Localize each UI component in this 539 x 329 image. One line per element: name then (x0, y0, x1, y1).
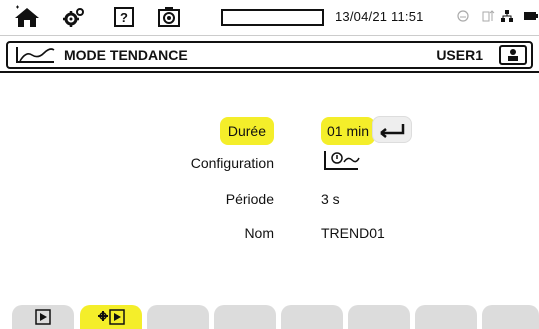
configuration-label: Configuration (190, 155, 274, 171)
trend-settings-panel: Durée 01 min Configuration Période 3 s N… (0, 71, 539, 305)
play-icon (35, 309, 51, 325)
battery-icon (523, 9, 539, 26)
trend-configuration-icon[interactable] (322, 149, 362, 178)
usb-icon (481, 9, 497, 26)
trend-mode-icon (14, 45, 58, 70)
tab-trend-config[interactable] (80, 305, 142, 329)
tab-6[interactable] (348, 305, 410, 329)
period-value[interactable]: 3 s (321, 191, 340, 207)
page-title: MODE TENDANCE (64, 47, 188, 63)
enter-button[interactable] (372, 116, 412, 143)
user-icon (508, 49, 518, 61)
camera-icon[interactable] (155, 4, 183, 30)
name-value[interactable]: TREND01 (321, 225, 385, 241)
network-icon (500, 9, 514, 26)
mode-header: MODE TENDANCE USER1 (6, 41, 533, 69)
duration-field[interactable]: 01 min (321, 117, 376, 145)
datetime: 13/04/21 11:51 (335, 9, 424, 24)
tab-7[interactable] (415, 305, 477, 329)
status-bar: ? 13/04/21 11:51 (0, 0, 539, 36)
settings-icon[interactable] (60, 4, 88, 30)
period-label: Période (225, 191, 274, 207)
status-indicator-icon (456, 9, 470, 26)
duration-label: Durée (219, 117, 274, 145)
user-name: USER1 (436, 47, 483, 63)
tab-5[interactable] (281, 305, 343, 329)
name-label: Nom (244, 225, 274, 241)
home-icon[interactable] (9, 4, 45, 30)
tab-4[interactable] (214, 305, 276, 329)
progress-bar (221, 9, 324, 26)
enter-icon (380, 123, 405, 138)
tab-3[interactable] (147, 305, 209, 329)
trend-config-play-icon (98, 309, 125, 325)
bottom-tab-bar (0, 303, 539, 329)
svg-text:?: ? (120, 10, 128, 25)
user-button[interactable] (499, 45, 527, 65)
tab-play[interactable] (12, 305, 74, 329)
help-icon[interactable]: ? (111, 4, 137, 30)
tab-8[interactable] (482, 305, 539, 329)
